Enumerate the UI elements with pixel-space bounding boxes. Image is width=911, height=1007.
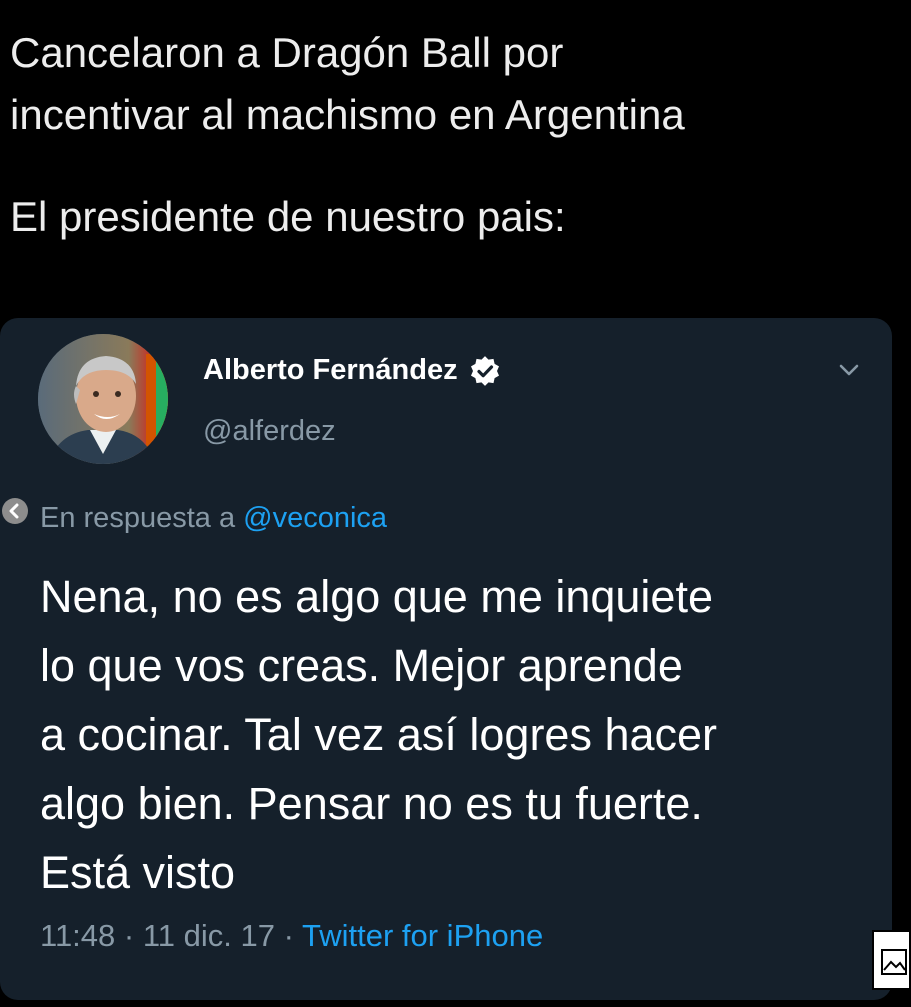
avatar-photo [38,334,168,464]
tweet-text-line: Nena, no es algo que me inquiete [40,571,713,622]
meta-separator: · [115,918,143,953]
chevron-down-icon[interactable] [832,358,866,382]
caption-line-3: El presidente de nuestro pais: [10,193,566,240]
tweet-text-line: algo bien. Pensar no es tu fuerte. [40,778,703,829]
author-name-text[interactable]: Alberto Fernández [203,354,458,387]
tweet-text-line: lo que vos creas. Mejor aprende [40,640,683,691]
tweet-text-line: a cocinar. Tal vez así logres hacer [40,709,718,760]
reply-mention-link[interactable]: @veconica [243,502,387,534]
tweet-date[interactable]: 11 dic. 17 [143,918,275,953]
tweet-text: Nena, no es algo que me inquiete lo que … [40,562,860,907]
meme-caption: Cancelaron a Dragón Ball por incentivar … [10,22,900,248]
back-arrow-icon[interactable] [2,498,28,524]
author-handle[interactable]: @alferdez [203,415,336,448]
caption-line-2: incentivar al machismo en Argentina [10,91,685,138]
author-name[interactable]: Alberto Fernández [203,354,500,387]
tweet-text-line: Está visto [40,847,236,898]
tweet-time[interactable]: 11:48 [40,918,115,953]
avatar[interactable] [38,334,168,464]
image-icon[interactable] [872,930,911,990]
tweet-card[interactable]: Alberto Fernández @alferdez En respuesta… [0,318,892,1000]
reply-context: En respuesta a @veconica [40,502,387,535]
reply-prefix: En respuesta a [40,502,244,534]
verified-badge-icon [470,355,500,386]
meta-separator: · [274,918,302,953]
tweet-source-link[interactable]: Twitter for iPhone [302,918,543,953]
tweet-meta: 11:48 · 11 dic. 17 · Twitter for iPhone [40,918,543,954]
caption-line-1: Cancelaron a Dragón Ball por [10,29,564,76]
